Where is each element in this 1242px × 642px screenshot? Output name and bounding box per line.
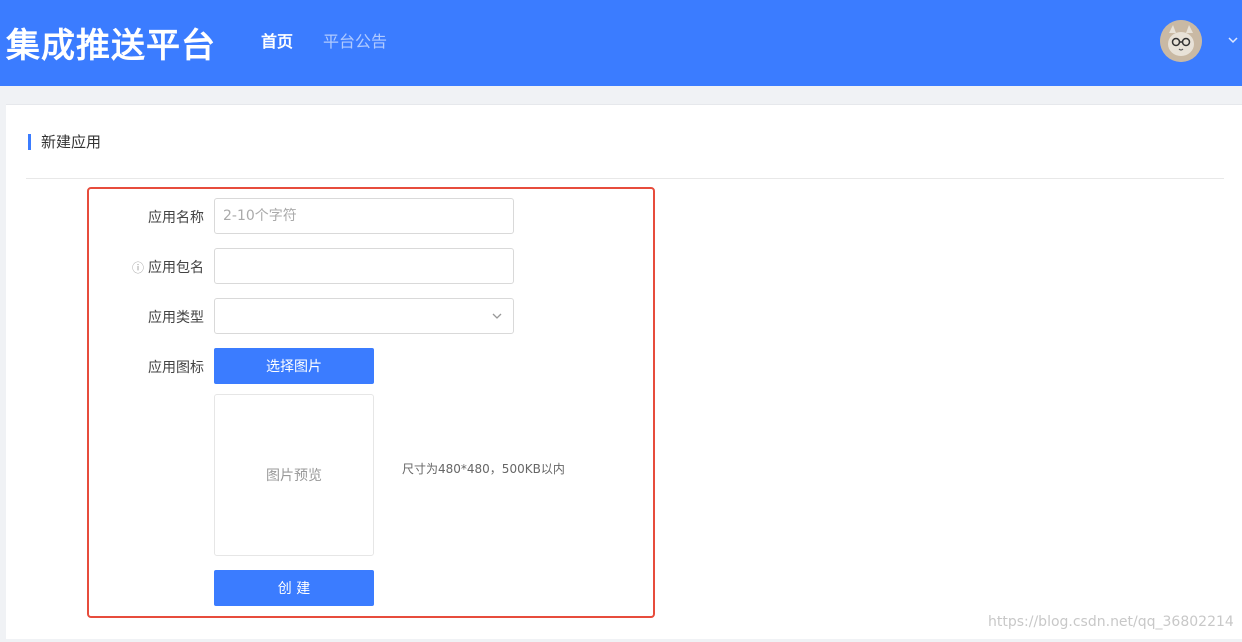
app-icon-label-text: 应用图标 <box>148 360 204 376</box>
package-name-label-text: 应用包名 <box>148 260 204 276</box>
chevron-down-icon[interactable] <box>1226 33 1240 47</box>
chevron-down-icon <box>492 313 502 319</box>
package-name-label: ⓘ 应用包名 <box>74 257 204 277</box>
app-icon-label: 应用图标 <box>74 357 204 377</box>
top-header: 集成推送平台 首页 平台公告 <box>0 0 1242 86</box>
user-avatar[interactable] <box>1160 20 1202 62</box>
image-preview-label: 图片预览 <box>266 468 322 484</box>
create-button[interactable]: 创 建 <box>214 570 374 606</box>
image-size-hint: 尺寸为480*480，500KB以内 <box>402 462 565 476</box>
app-type-label: 应用类型 <box>74 307 204 327</box>
image-preview: 图片预览 <box>214 394 374 556</box>
nav-announcements[interactable]: 平台公告 <box>323 28 387 52</box>
page-title: 新建应用 <box>28 134 101 150</box>
package-name-input[interactable] <box>214 248 514 284</box>
app-type-select[interactable] <box>214 298 514 334</box>
nav-home[interactable]: 首页 <box>261 28 293 52</box>
app-name-label: 应用名称 <box>74 207 204 227</box>
watermark: https://blog.csdn.net/qq_36802214 <box>988 614 1234 630</box>
avatar-image <box>1160 20 1202 62</box>
app-name-input[interactable] <box>214 198 514 234</box>
info-icon[interactable]: ⓘ <box>132 261 144 275</box>
title-divider <box>26 178 1224 179</box>
app-type-label-text: 应用类型 <box>148 310 204 326</box>
choose-image-button[interactable]: 选择图片 <box>214 348 374 384</box>
brand-title: 集成推送平台 <box>6 26 216 66</box>
app-name-label-text: 应用名称 <box>148 210 204 226</box>
